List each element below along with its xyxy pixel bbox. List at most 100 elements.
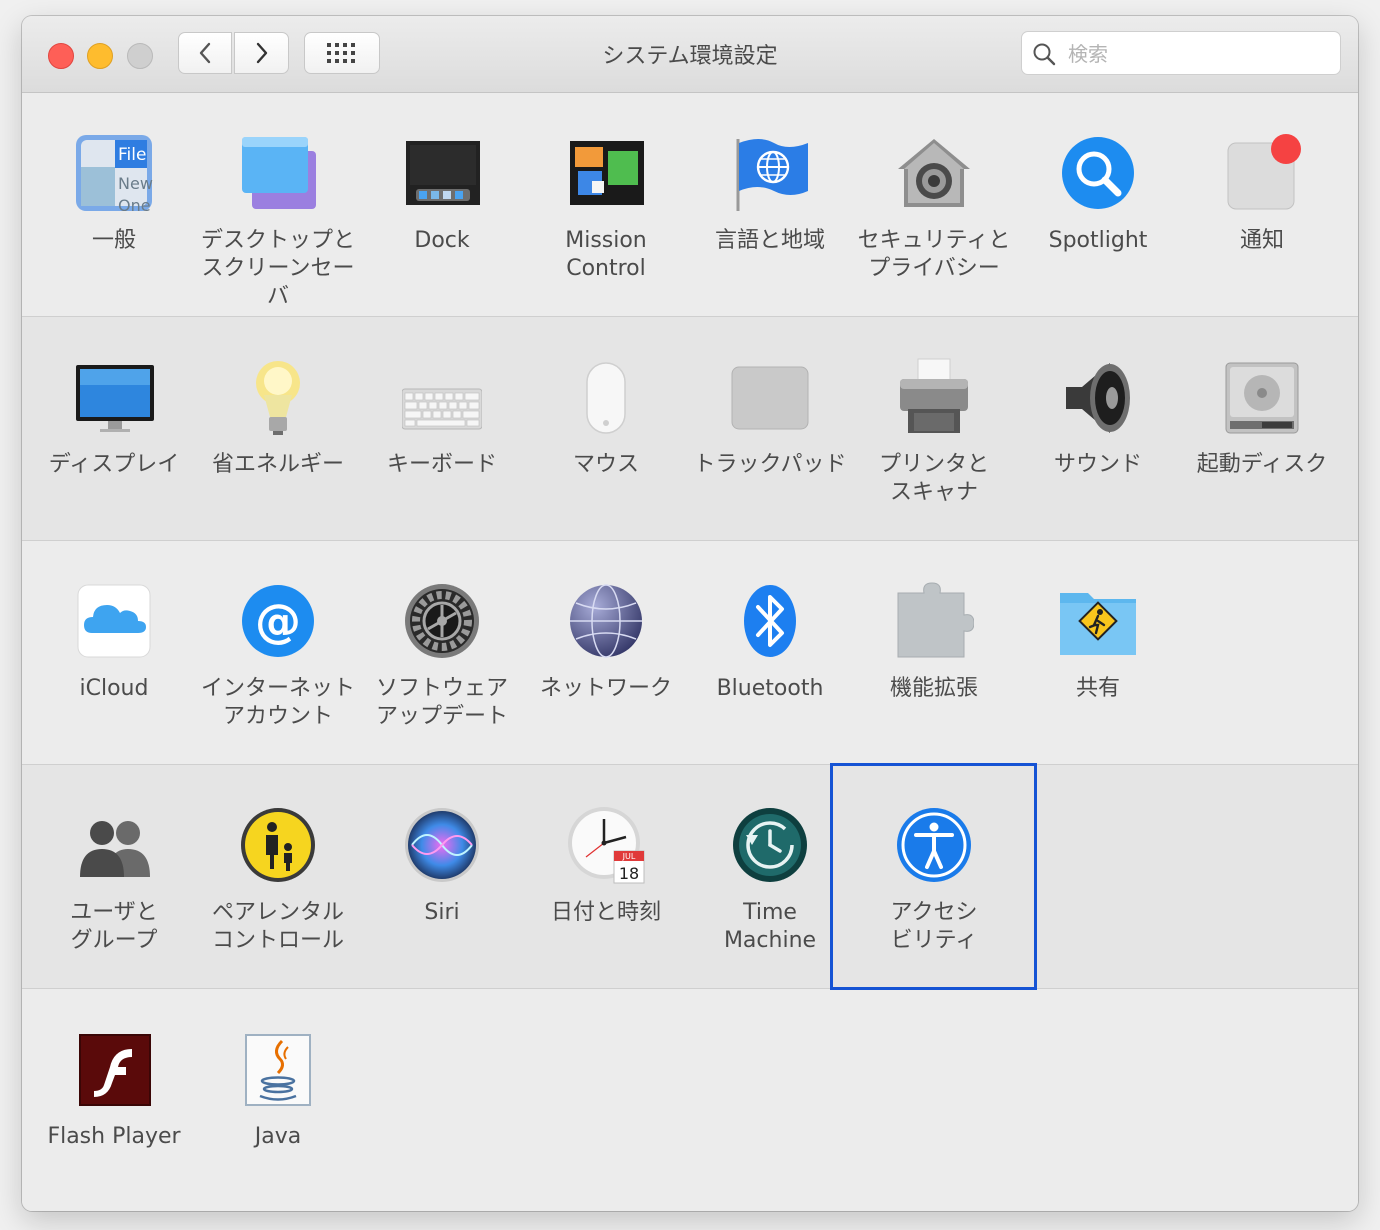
security-privacy-icon: [894, 133, 974, 213]
title-bar: システム環境設定: [22, 16, 1358, 93]
pane-label: 機能拡張: [889, 676, 978, 701]
language-region-icon: [730, 133, 810, 213]
pane-bluetooth[interactable]: Bluetooth: [688, 541, 852, 741]
desktop-screensaver-icon: [238, 133, 318, 213]
pane-label: 共有: [1075, 676, 1120, 701]
pane-icloud[interactable]: iCloud: [32, 541, 196, 741]
software-update-icon: [402, 581, 482, 661]
general-icon: File New One: [74, 133, 154, 213]
keyboard-icon: [402, 357, 482, 437]
pane-label: Spotlight: [1048, 228, 1148, 253]
startup-disk-icon: [1222, 357, 1302, 437]
pane-label: キーボード: [386, 452, 497, 477]
pane-label: 日付と時刻: [550, 900, 661, 925]
users-groups-icon: [74, 805, 154, 885]
pane-label: ディスプレイ: [48, 452, 180, 477]
pane-notifications[interactable]: 通知: [1180, 93, 1344, 293]
sound-icon: [1058, 357, 1138, 437]
pane-label: トラックパッド: [693, 452, 847, 477]
pane-desktop-screensaver[interactable]: デスクトップと スクリーンセーバ: [196, 93, 360, 309]
network-icon: [566, 581, 646, 661]
pane-sound[interactable]: サウンド: [1016, 317, 1180, 517]
pane-label: ソフトウェア アップデート: [375, 676, 508, 729]
pane-label: ユーザと グループ: [70, 900, 158, 953]
system-preferences-window: システム環境設定 File New One 一般: [22, 16, 1358, 1211]
pane-date-time[interactable]: JUL 18 日付と時刻: [524, 765, 688, 965]
pane-label: 起動ディスク: [1196, 452, 1328, 477]
pane-users-groups[interactable]: ユーザと グループ: [32, 765, 196, 965]
pane-dock[interactable]: Dock: [360, 93, 524, 293]
pane-trackpad[interactable]: トラックパッド: [688, 317, 852, 517]
dock-icon: [402, 133, 482, 213]
svg-text:@: @: [255, 594, 301, 648]
pane-printer-scanner[interactable]: プリンタと スキャナ: [852, 317, 1016, 517]
mouse-icon: [566, 357, 646, 437]
energy-saver-icon: [238, 357, 318, 437]
pane-language-region[interactable]: 言語と地域: [688, 93, 852, 293]
svg-text:One: One: [118, 196, 151, 213]
svg-text:JUL: JUL: [622, 852, 636, 861]
siri-icon: [402, 805, 482, 885]
pane-label: 省エネルギー: [211, 452, 344, 477]
pane-label: Dock: [414, 228, 470, 253]
pane-flash-player[interactable]: Flash Player: [32, 989, 196, 1189]
pane-label: Siri: [424, 900, 460, 925]
pane-label: ネットワーク: [539, 676, 672, 701]
pane-energy-saver[interactable]: 省エネルギー: [196, 317, 360, 517]
pane-label: Java: [254, 1124, 302, 1149]
svg-text:File: File: [118, 145, 146, 165]
pane-general[interactable]: File New One 一般: [32, 93, 196, 293]
pane-label: サウンド: [1053, 452, 1142, 477]
printer-scanner-icon: [894, 357, 974, 437]
selection-highlight: [830, 763, 1037, 990]
pane-extensions[interactable]: 機能拡張: [852, 541, 1016, 741]
trackpad-icon: [730, 357, 810, 437]
pane-display[interactable]: ディスプレイ: [32, 317, 196, 517]
date-time-icon: JUL 18: [566, 805, 646, 885]
pane-internet-accounts[interactable]: @ インターネット アカウント: [196, 541, 360, 741]
pane-siri[interactable]: Siri: [360, 765, 524, 965]
pane-startup-disk[interactable]: 起動ディスク: [1180, 317, 1344, 517]
pane-label: iCloud: [79, 676, 149, 701]
pane-parental-controls[interactable]: ペアレンタル コントロール: [196, 765, 360, 965]
time-machine-icon: [730, 805, 810, 885]
pane-network[interactable]: ネットワーク: [524, 541, 688, 741]
pane-label: Bluetooth: [716, 676, 824, 701]
pane-spotlight[interactable]: Spotlight: [1016, 93, 1180, 293]
icloud-icon: [74, 581, 154, 661]
bluetooth-icon: [730, 581, 810, 661]
pane-label: Time Machine: [723, 900, 817, 953]
pane-label: ペアレンタル コントロール: [211, 900, 344, 953]
pane-java[interactable]: Java: [196, 989, 360, 1189]
pane-keyboard[interactable]: キーボード: [360, 317, 524, 517]
pane-label: プリンタと スキャナ: [878, 452, 989, 505]
pane-mission-control[interactable]: Mission Control: [524, 93, 688, 293]
search-input[interactable]: [1066, 40, 1330, 68]
sharing-icon: [1058, 581, 1138, 661]
java-icon: [238, 1029, 318, 1109]
flash-player-icon: [74, 1029, 154, 1109]
pane-label: セキュリティと プライバシー: [857, 228, 1011, 281]
svg-text:New: New: [118, 174, 153, 193]
pane-label: 言語と地域: [714, 228, 825, 253]
pane-label: Flash Player: [47, 1124, 181, 1149]
pane-mouse[interactable]: マウス: [524, 317, 688, 517]
internet-accounts-icon: @: [238, 581, 318, 661]
pane-label: Mission Control: [565, 228, 647, 281]
pane-security-privacy[interactable]: セキュリティと プライバシー: [852, 93, 1016, 293]
extensions-icon: [894, 581, 974, 661]
mission-control-icon: [566, 133, 646, 213]
pane-sharing[interactable]: 共有: [1016, 541, 1180, 741]
pane-label: インターネット アカウント: [200, 676, 355, 729]
pane-label: 一般: [91, 228, 136, 253]
svg-text:18: 18: [619, 864, 639, 883]
parental-controls-icon: [238, 805, 318, 885]
notifications-icon: [1222, 133, 1302, 213]
search-field[interactable]: [1021, 31, 1341, 75]
pane-software-update[interactable]: ソフトウェア アップデート: [360, 541, 524, 741]
spotlight-icon: [1058, 133, 1138, 213]
pane-label: 通知: [1239, 228, 1284, 253]
pane-label: マウス: [572, 452, 639, 477]
display-icon: [74, 357, 154, 437]
pane-time-machine[interactable]: Time Machine: [688, 765, 852, 965]
